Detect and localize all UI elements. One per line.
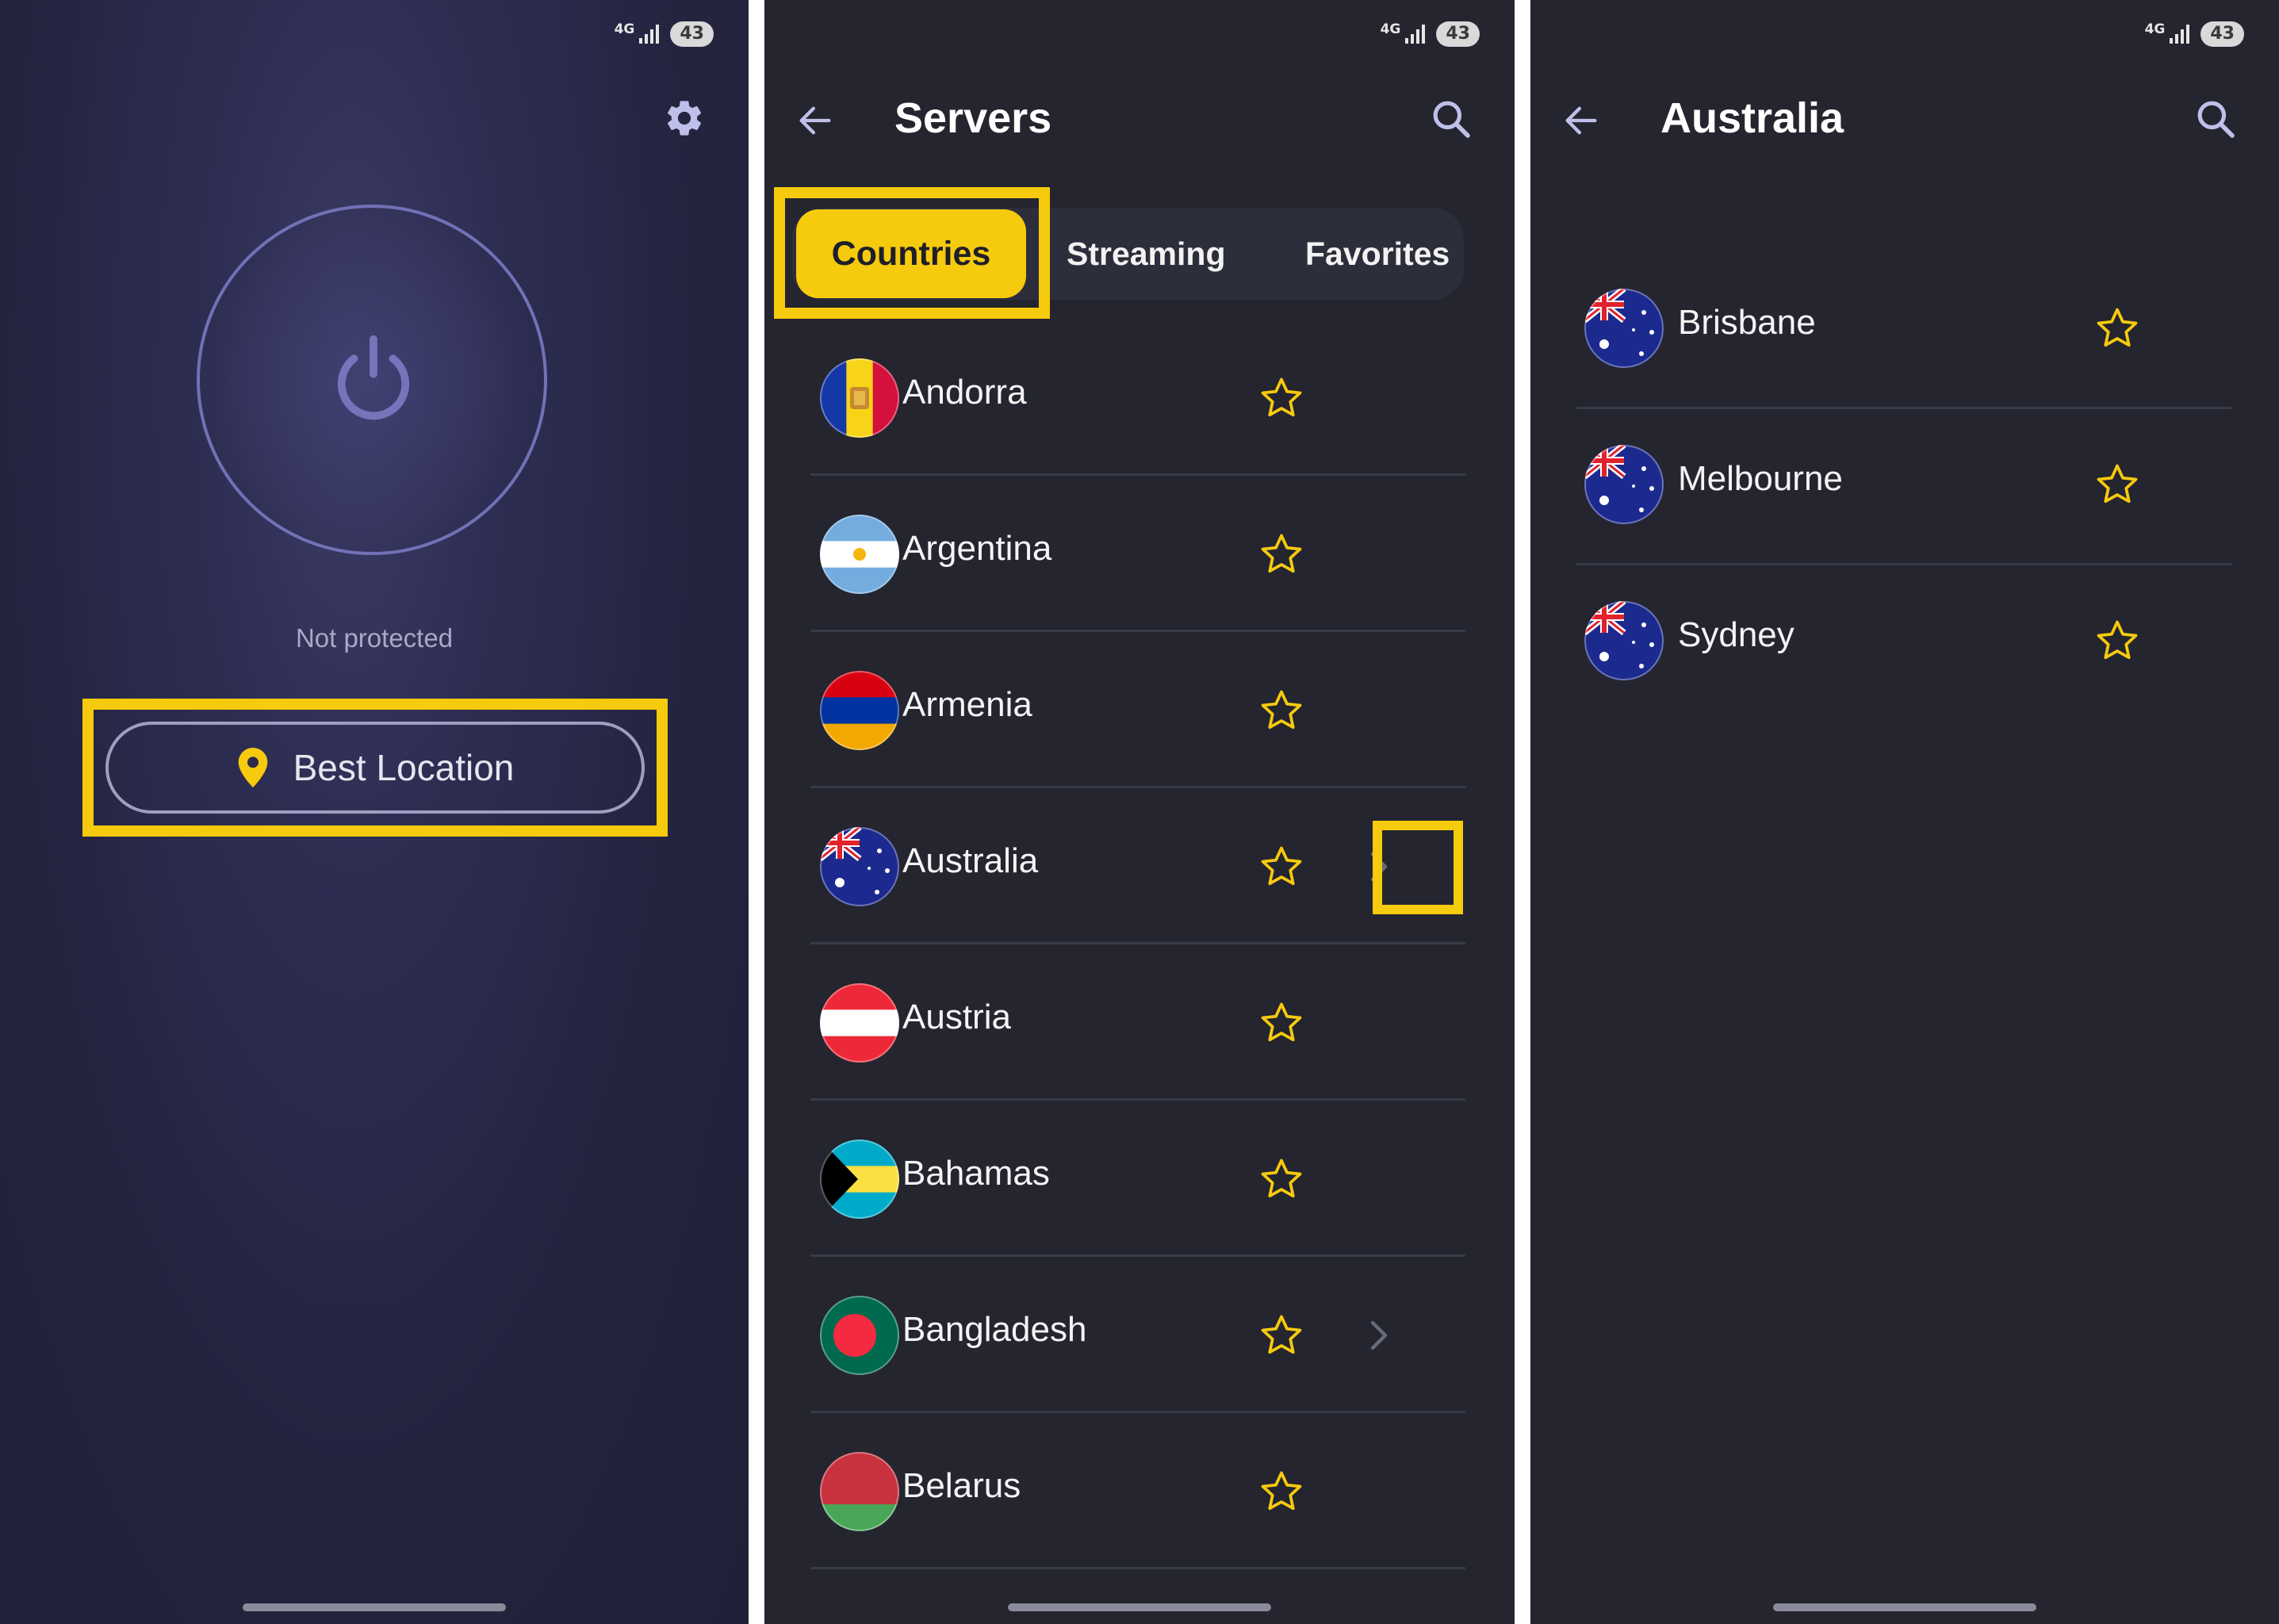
- city-name: Sydney: [1678, 615, 1794, 654]
- country-name: Australia: [902, 841, 1039, 880]
- status-bar: 4G 43: [1381, 19, 1480, 49]
- signal-icon: [639, 25, 660, 44]
- flag-icon: [820, 983, 899, 1063]
- star-icon[interactable]: [1258, 687, 1305, 734]
- city-row[interactable]: Sydney: [1576, 566, 2231, 722]
- home-screen: 4G 43 Not protected Best Location: [0, 0, 749, 1624]
- country-row[interactable]: Bahamas: [810, 1101, 1465, 1257]
- divider: [810, 1567, 1465, 1569]
- home-indicator[interactable]: [243, 1603, 506, 1611]
- divider: [810, 942, 1465, 944]
- country-name: Bahamas: [902, 1154, 1050, 1193]
- australia-screen: 4G 43 Australia Brisbane Melbourne Sydne…: [1530, 0, 2279, 1624]
- city-name: Brisbane: [1678, 303, 1816, 342]
- battery-indicator: 43: [2200, 21, 2244, 47]
- status-bar: 4G 43: [2145, 19, 2244, 49]
- home-indicator[interactable]: [1008, 1603, 1271, 1611]
- country-name: Armenia: [902, 685, 1032, 724]
- search-icon[interactable]: [1429, 97, 1473, 141]
- flag-icon: [820, 1296, 899, 1375]
- page-title: Servers: [894, 94, 1052, 142]
- highlight-box: [1373, 821, 1463, 914]
- back-arrow-icon[interactable]: [795, 100, 836, 141]
- chevron-right-icon[interactable]: [1367, 1320, 1391, 1351]
- flag-icon: [820, 358, 899, 438]
- country-name: Andorra: [902, 373, 1027, 412]
- gear-icon[interactable]: [663, 97, 706, 140]
- star-icon[interactable]: [1258, 843, 1305, 891]
- back-arrow-icon[interactable]: [1561, 100, 1602, 141]
- star-icon[interactable]: [1258, 374, 1305, 422]
- network-type: 4G: [2144, 21, 2166, 37]
- city-row[interactable]: Brisbane: [1576, 254, 2231, 409]
- star-icon[interactable]: [1258, 1155, 1305, 1203]
- home-indicator[interactable]: [1773, 1603, 2036, 1611]
- flag-icon: [820, 827, 899, 906]
- country-row[interactable]: Australia: [810, 789, 1465, 944]
- country-row[interactable]: Andorra: [810, 320, 1465, 476]
- protection-status: Not protected: [295, 623, 454, 653]
- country-row[interactable]: Armenia: [810, 633, 1465, 788]
- star-icon[interactable]: [1258, 530, 1305, 578]
- highlight-box: [774, 187, 1050, 319]
- divider: [810, 1254, 1465, 1257]
- country-name: Argentina: [902, 529, 1052, 568]
- flag-icon: [820, 1452, 899, 1531]
- star-icon[interactable]: [2093, 304, 2141, 352]
- tab-favorites[interactable]: Favorites: [1305, 209, 1450, 298]
- star-icon[interactable]: [1258, 1312, 1305, 1359]
- star-icon[interactable]: [2093, 461, 2141, 508]
- flag-icon: [1584, 445, 1664, 524]
- country-row[interactable]: Belarus: [810, 1414, 1465, 1569]
- divider: [810, 786, 1465, 788]
- divider: [810, 1098, 1465, 1101]
- flag-icon: [820, 515, 899, 594]
- status-bar: 4G 43: [615, 19, 714, 49]
- country-name: Bangladesh: [902, 1310, 1087, 1349]
- star-icon[interactable]: [1258, 1468, 1305, 1515]
- star-icon[interactable]: [1258, 999, 1305, 1047]
- country-row[interactable]: Austria: [810, 945, 1465, 1101]
- battery-indicator: 43: [1436, 21, 1480, 47]
- signal-icon: [1405, 25, 1426, 44]
- divider: [1576, 563, 2231, 565]
- country-row[interactable]: Bangladesh: [810, 1258, 1465, 1413]
- network-type: 4G: [1380, 21, 1401, 37]
- divider: [1576, 407, 2231, 409]
- signal-icon: [2170, 25, 2190, 44]
- power-icon: [337, 335, 410, 420]
- country-row[interactable]: Argentina: [810, 477, 1465, 632]
- tab-streaming[interactable]: Streaming: [1067, 209, 1226, 298]
- servers-screen: 4G 43 Servers Countries Streaming Favori…: [764, 0, 1515, 1624]
- page-title: Australia: [1660, 94, 1844, 142]
- flag-icon: [820, 1139, 899, 1219]
- city-name: Melbourne: [1678, 459, 1843, 498]
- flag-icon: [1584, 289, 1664, 368]
- country-name: Austria: [902, 998, 1011, 1036]
- divider: [810, 473, 1465, 476]
- flag-icon: [1584, 601, 1664, 680]
- flag-icon: [820, 671, 899, 750]
- country-name: Belarus: [902, 1466, 1021, 1505]
- search-icon[interactable]: [2193, 97, 2238, 141]
- battery-indicator: 43: [670, 21, 714, 47]
- city-row[interactable]: Melbourne: [1576, 410, 2231, 565]
- divider: [810, 630, 1465, 632]
- star-icon[interactable]: [2093, 617, 2141, 665]
- divider: [810, 1411, 1465, 1413]
- highlight-box: [82, 699, 668, 837]
- network-type: 4G: [614, 21, 635, 37]
